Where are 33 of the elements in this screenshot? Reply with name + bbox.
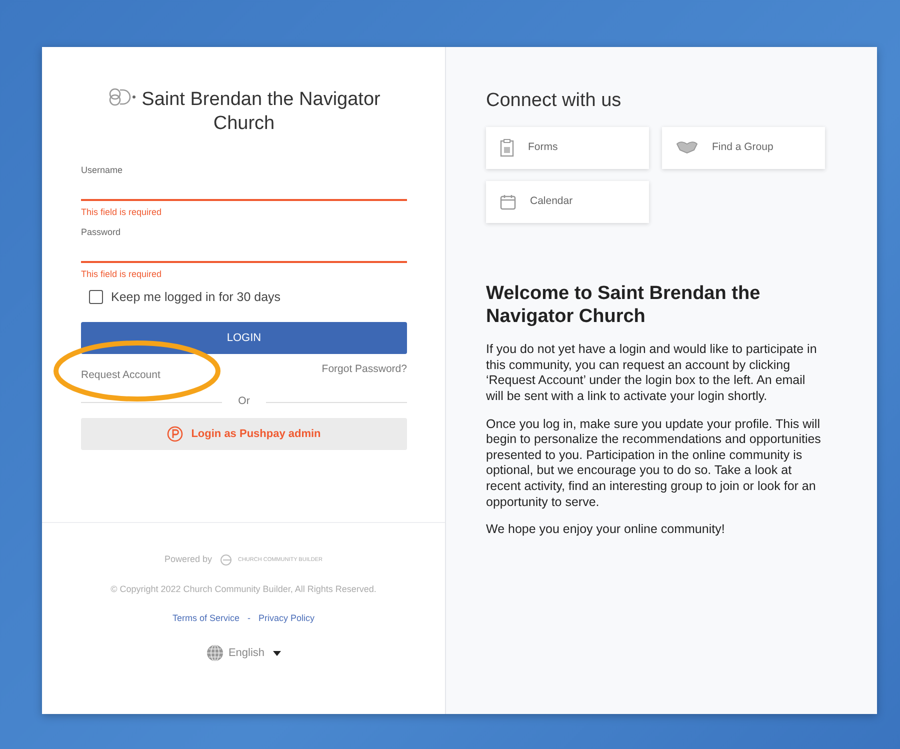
welcome-paragraph: We hope you enjoy your online community! [486,522,726,538]
privacy-link[interactable]: Privacy Policy [258,612,315,626]
globe-icon [206,644,224,662]
login-button[interactable]: LOGIN [81,322,407,354]
forgot-password-link[interactable]: Forgot Password? [322,362,407,386]
welcome-paragraph: Once you log in, make sure you update your profile. This will begin to personalize the recommendations and opportunities presented to you. Participation in the online community is optional, but we encourage you to do so. Take a look at recent activity, find an interesting group to join or look for an opportunity to serve. [486,416,822,510]
terms-link[interactable]: Terms of Service [172,612,240,626]
church-logo-icon [108,87,138,107]
error-message: This field is required [81,268,163,281]
error-message: This field is required [81,206,163,219]
connect-tile[interactable]: Find a Group [662,126,825,168]
copyright-text: © Copyright 2022 Church Community Builder, All Rights Reserved. [110,582,378,596]
field-label: Username [81,164,124,176]
checkbox-label: Keep me logged in for 30 days [111,288,281,306]
link-separator: - [248,612,250,625]
checkbox[interactable] [89,290,103,304]
pushpay-login-button[interactable]: Login as Pushpay admin [81,418,407,450]
church-name: Saint Brendan the Navigator Church [142,89,380,134]
connect-tile[interactable]: Forms [486,126,649,168]
welcome-title: Welcome to Saint Brendan the Navigator Church [486,282,762,329]
caret-icon [272,650,281,656]
builder-logo-icon [220,554,234,566]
pushpay-logo-icon [167,426,184,442]
welcome-paragraph: If you do not yet have a login and would like to participate in this community, you can request an account by clicking ‘Request Account’ under the login box to the left. An email will be sent with a link to activate your login shortly. [486,342,818,404]
language-selector[interactable]: English [205,643,282,664]
connect-tile[interactable]: Calendar [486,180,649,222]
request-account-link[interactable]: Request Account [81,369,160,382]
clipboard-icon [500,138,514,156]
calendar-icon [500,194,516,210]
powered-by-text: Powered by [164,553,212,566]
field-label: Password [81,226,122,238]
section-title: Connect with us [486,89,622,113]
divider-text: Or [238,394,250,410]
